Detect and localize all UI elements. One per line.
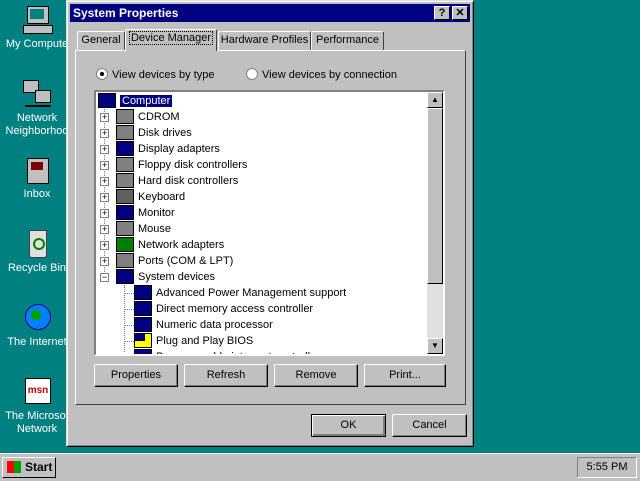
desktop-icon-recycle-bin[interactable]: Recycle Bin [2, 228, 72, 275]
radio-view-by-connection[interactable]: View devices by connection [246, 68, 397, 82]
tab-hardware-profiles[interactable]: Hardware Profiles [218, 31, 311, 50]
desktop-icon-label: Inbox [23, 188, 51, 200]
scroll-up-button[interactable]: ▲ [427, 92, 443, 108]
expand-icon[interactable]: + [100, 145, 109, 154]
expand-icon[interactable]: + [100, 129, 109, 138]
computer-icon [21, 4, 53, 36]
tree-device-item[interactable]: Programmable interrupt controller [134, 348, 320, 354]
tab-general[interactable]: General [77, 31, 125, 50]
tree-category-cdrom[interactable]: CDROM [116, 108, 180, 125]
expand-icon[interactable]: + [100, 193, 109, 202]
scroll-down-button[interactable]: ▼ [427, 338, 443, 354]
tree-category-mouse[interactable]: Mouse [116, 220, 171, 237]
tree-device-item[interactable]: Advanced Power Management support [134, 284, 346, 301]
computer-icon [98, 92, 116, 108]
expand-icon[interactable]: + [100, 161, 109, 170]
tree-device-item[interactable]: Numeric data processor [134, 316, 273, 333]
tree-category-floppy-disk-controllers[interactable]: Floppy disk controllers [116, 156, 247, 173]
desktop-icon-my-computer[interactable]: My Compute [2, 4, 72, 51]
system-device-icon [134, 316, 152, 332]
desktop-icon-label: Recycle Bin [7, 262, 67, 274]
expand-icon[interactable]: + [100, 113, 109, 122]
device-tree[interactable]: Computer CDROM + Disk drives + Display adapt… [94, 90, 445, 356]
desktop-icon-label: My Compute [5, 38, 69, 50]
help-button[interactable]: ? [434, 6, 450, 20]
tree-category-hard-disk-controllers[interactable]: Hard disk controllers [116, 172, 238, 189]
system-device-icon [134, 284, 152, 300]
desktop-icon-msn[interactable]: msn The Microsof Network [2, 376, 72, 436]
taskbar: Start 5:55 PM [0, 453, 640, 481]
device-category-icon [116, 252, 134, 268]
warning-device-icon [134, 332, 152, 348]
start-button[interactable]: Start [2, 457, 56, 478]
expand-icon[interactable]: + [100, 257, 109, 266]
msn-icon: msn [21, 376, 53, 408]
radio-label: View devices by connection [262, 69, 397, 81]
tab-performance[interactable]: Performance [311, 31, 384, 50]
inbox-icon [21, 154, 53, 186]
tree-category-system-devices[interactable]: System devices [116, 268, 215, 285]
properties-button[interactable]: Properties [94, 364, 178, 387]
device-category-icon [116, 204, 134, 220]
vertical-scrollbar[interactable]: ▲ ▼ [427, 92, 443, 354]
tree-device-item[interactable]: Direct memory access controller [134, 300, 313, 317]
collapse-icon[interactable]: − [100, 273, 109, 282]
device-category-icon [116, 188, 134, 204]
device-category-icon [116, 124, 134, 140]
tree-root-computer[interactable]: Computer [98, 92, 173, 109]
system-tray-clock[interactable]: 5:55 PM [577, 457, 637, 478]
expand-icon[interactable]: + [100, 209, 109, 218]
device-category-icon [116, 108, 134, 124]
recycle-bin-icon [21, 228, 53, 260]
tree-category-monitor[interactable]: Monitor [116, 204, 175, 221]
internet-icon [21, 302, 53, 334]
windows-logo-icon [7, 461, 21, 473]
expand-icon[interactable]: + [100, 177, 109, 186]
radio-selected-icon [96, 68, 108, 81]
print-button[interactable]: Print... [364, 364, 446, 387]
network-icon [21, 78, 53, 110]
device-category-icon [116, 236, 134, 252]
tree-device-item[interactable]: Plug and Play BIOS [134, 332, 253, 349]
ok-button[interactable]: OK [311, 414, 386, 437]
device-category-icon [116, 172, 134, 188]
tree-category-network-adapters[interactable]: Network adapters [116, 236, 224, 253]
radio-unselected-icon [246, 68, 258, 81]
window-title: System Properties [73, 6, 179, 20]
radio-label: View devices by type [112, 69, 215, 81]
desktop-icon-label: The Microsof Network [5, 410, 69, 435]
tree-category-keyboard[interactable]: Keyboard [116, 188, 185, 205]
desktop-icon-label: The Internet [7, 336, 67, 348]
device-category-icon [116, 156, 134, 172]
expand-icon[interactable]: + [100, 225, 109, 234]
tab-device-manager[interactable]: Device Manager [125, 29, 217, 51]
system-device-icon [134, 348, 152, 354]
tree-category-disk-drives[interactable]: Disk drives [116, 124, 192, 141]
system-device-icon [134, 300, 152, 316]
title-bar[interactable]: System Properties ? ✕ [70, 4, 470, 22]
scroll-thumb[interactable] [427, 108, 443, 284]
close-button[interactable]: ✕ [452, 6, 468, 20]
device-category-icon [116, 268, 134, 284]
tree-category-ports-com-lpt[interactable]: Ports (COM & LPT) [116, 252, 233, 269]
desktop-icon-label: Network Neighborhoo [5, 112, 69, 137]
cancel-button[interactable]: Cancel [392, 414, 467, 437]
desktop-icon-inbox[interactable]: Inbox [2, 154, 72, 201]
refresh-button[interactable]: Refresh [184, 364, 268, 387]
radio-view-by-type[interactable]: View devices by type [96, 68, 215, 82]
desktop-icon-network-neighborhood[interactable]: Network Neighborhoo [2, 78, 72, 138]
device-category-icon [116, 140, 134, 156]
expand-icon[interactable]: + [100, 241, 109, 250]
tree-category-display-adapters[interactable]: Display adapters [116, 140, 220, 157]
remove-button[interactable]: Remove [274, 364, 358, 387]
device-category-icon [116, 220, 134, 236]
desktop-icon-the-internet[interactable]: The Internet [2, 302, 72, 349]
